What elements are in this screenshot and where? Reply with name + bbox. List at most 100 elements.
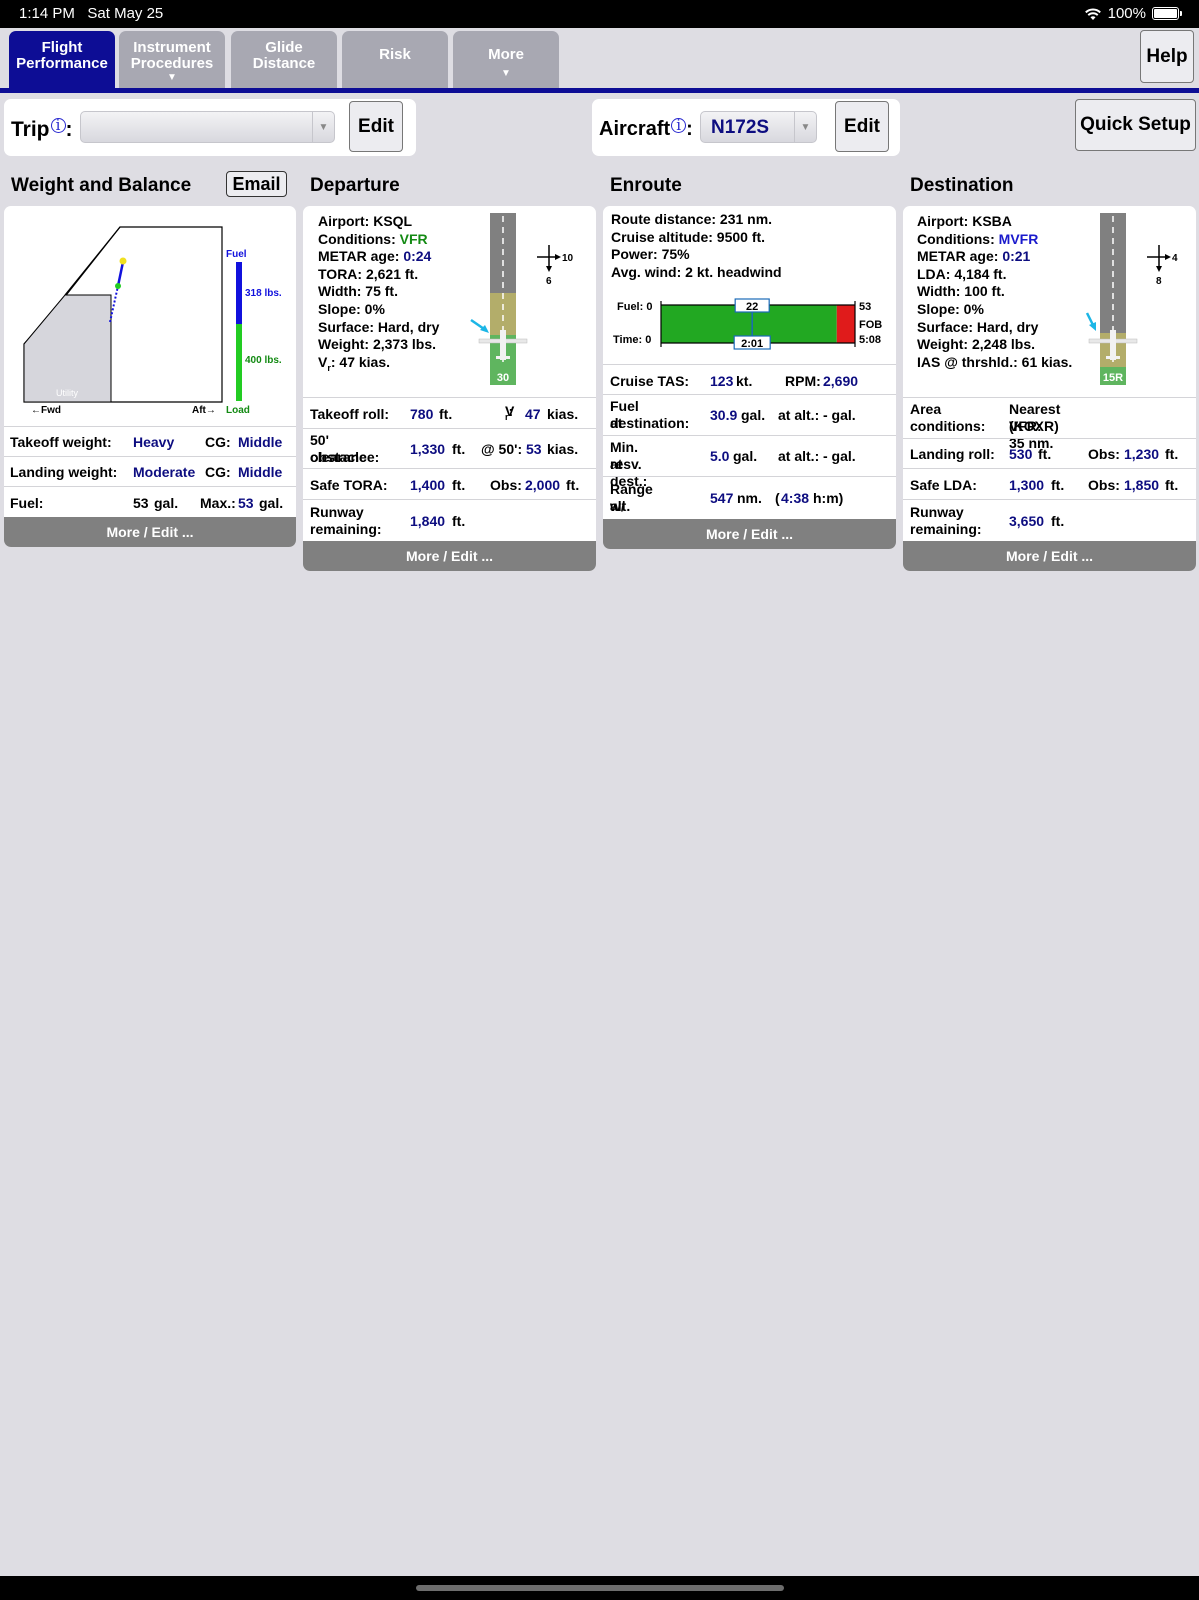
help-button[interactable]: Help [1140,30,1194,83]
load-bar [236,324,242,401]
destination-ias: IAS @ thrshld.: 61 kias. [917,353,1073,370]
area-conditions-row: Area conditions: Nearest VFR: 35 nm. (KOXR… [903,397,1196,451]
destination-lda: LDA: 4,184 ft. [917,265,1007,282]
tab-bar: Flight Performance Instrument Procedures… [0,28,1199,94]
runway-remaining-row: Runway remaining: 3,650 ft. [903,499,1196,541]
departure-more-button[interactable]: More / Edit ... [303,541,596,571]
row-value: Moderate [133,464,196,480]
alt-label: at alt.: [778,448,820,464]
trip-colon: : [65,118,73,141]
takeoff-weight-row: Takeoff weight: Heavy CG: Middle [4,426,296,456]
vr-value: 47 [525,406,541,422]
aircraft-label-text: Aircraft [599,118,671,140]
info-icon[interactable]: i [50,118,66,133]
tab-label-line1: Instrument [133,39,211,56]
row-label: Takeoff roll: [310,406,390,422]
tab-underline [0,88,1199,93]
departure-airport: Airport: KSQL [318,213,413,229]
metar-label: METAR age: [318,248,404,265]
destination-width: Width: 100 ft. [917,283,1005,300]
row-value: 1,840 [410,513,446,529]
destination-airport: Airport: KSBA [917,213,1012,229]
fuel-value: 53 [133,495,149,511]
row-value: Heavy [133,434,175,450]
runway-remaining-row: Runway remaining: 1,840 ft. [303,499,596,541]
max-label: Max.: [200,495,236,511]
departure-conditions: Conditions: VFR [318,231,439,249]
obs-value: 2,000 [525,477,561,493]
obs-value: 1,850 [1124,477,1160,493]
email-button[interactable]: Email [226,171,287,197]
destination-card: Airport: KSBA Conditions: MVFR METAR age… [903,206,1196,571]
row-value: 5.0 [710,448,730,464]
aircraft-edit-button[interactable]: Edit [835,101,889,152]
row-unit: ft. [1051,477,1065,493]
fuel-row: Fuel: 53 gal. Max.: 53 gal. [4,486,296,517]
departure-surface: Surface: Hard, dry [318,318,440,335]
tab-instrument-procedures[interactable]: Instrument Procedures ▼ [119,31,225,90]
min-resv-row: Min. resv. at dest.: 5.0 gal. at alt.: - … [603,435,896,489]
load-weight: 400 lbs. [245,355,282,366]
row-value: 530 [1009,446,1033,462]
tab-risk[interactable]: Risk [342,31,448,90]
vr-rest: : 47 kias. [330,353,391,370]
departure-runway-diagram: 30 10 6 [470,213,574,385]
at-unit: kias. [547,441,579,457]
row-value: 3,650 [1009,513,1045,529]
destination-more-button[interactable]: More / Edit ... [903,541,1196,571]
caret-down-icon: ▼ [501,68,511,79]
utility-label: Utility [56,388,78,398]
quick-setup-button[interactable]: Quick Setup [1075,99,1196,151]
destination-slope: Slope: 0% [917,300,984,317]
weight-balance-more-button[interactable]: More / Edit ... [4,517,296,547]
info-icon[interactable]: i [671,118,687,133]
range-time: 4:38 [781,490,810,506]
row-label: Landing weight: [10,464,118,480]
row-label: Safe LDA: [910,477,977,493]
obs-unit: ft. [1165,446,1179,462]
tab-flight-performance[interactable]: Flight Performance [9,31,115,90]
reserve-bar [836,305,855,343]
time-mark-value: 2:01 [741,338,763,350]
label-line2: destination: [610,415,690,431]
trip-edit-button[interactable]: Edit [349,101,403,152]
vr-v: V [318,353,328,370]
row-value: 30.9 [710,407,738,423]
cg-value: Middle [238,434,283,450]
tab-label: Risk [379,46,411,63]
tab-label: More [488,46,524,63]
enroute-info: Route distance: 231 nm. Cruise altitude:… [611,211,782,281]
destination-runway-diagram: 15R 4 8 [1085,213,1178,385]
weight-balance-chart: Utility Fuel 318 lbs. 400 lbs. Load ←Fwd… [23,226,282,416]
tab-glide-distance[interactable]: Glide Distance [231,31,337,90]
departure-vr: Vr: 47 kias. [318,354,439,377]
row-label: Safe TORA: [310,477,388,493]
fuel-bar [236,262,242,324]
aircraft-value: N172S [711,117,770,138]
departure-card: Airport: KSQL Conditions: VFR METAR age:… [303,206,596,571]
trip-dropdown[interactable]: ▼ [80,111,335,143]
home-indicator[interactable] [416,1585,784,1591]
fuel-mark-value: 22 [746,301,758,313]
cg-label: CG: [205,434,231,450]
landing-weight-row: Landing weight: Moderate CG: Middle [4,456,296,486]
aft-label: Aft→ [192,405,216,416]
alt-label: at alt.: [778,407,820,423]
row-label: Takeoff weight: [10,434,112,450]
at-value: 53 [526,441,542,457]
vr-colon: : [508,403,514,419]
load-label: Load [226,405,250,416]
tab-more[interactable]: More ▼ [453,31,559,90]
takeoff-roll-row: Takeoff roll: 780 ft. Vr: 47 kias. [303,397,596,428]
runway-number: 15R [1103,372,1123,384]
row-unit: ft. [452,513,466,529]
enroute-more-button[interactable]: More / Edit ... [603,519,896,549]
wind-head: 4 [1172,253,1178,264]
tab-label-line1: Glide [265,39,303,56]
conditions-value: VFR [399,230,428,247]
takeoff-cg-dot [119,257,127,265]
row-unit: ft. [452,441,466,457]
cg-label: CG: [205,464,231,480]
landing-cg-dot [115,283,121,289]
aircraft-dropdown[interactable]: N172S ▼ [700,111,817,143]
